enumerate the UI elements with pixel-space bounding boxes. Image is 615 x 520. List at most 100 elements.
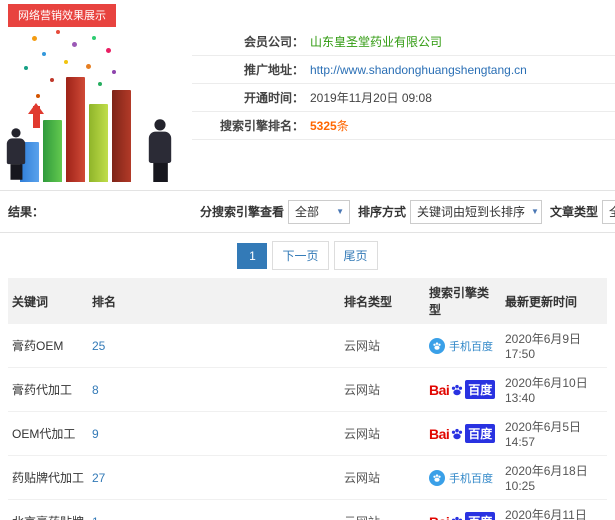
rank-type-cell: 云网站 xyxy=(340,499,425,520)
page-button-current[interactable]: 1 xyxy=(237,242,268,269)
header-engine-type: 搜索引擎类型 xyxy=(425,278,501,324)
sort-filter-select[interactable]: 关键词由短到长排序 ▼ xyxy=(410,199,543,224)
last-page-button[interactable]: 尾页 xyxy=(333,241,378,270)
baidu-paw-icon xyxy=(450,515,464,520)
paw-icon xyxy=(452,384,463,395)
table-row: 膏药OEM 25 云网站 手机百度 2020年6月9日 17:50 xyxy=(8,324,607,368)
chart-bar xyxy=(66,77,85,182)
rank-type-cell: 云网站 xyxy=(340,324,425,368)
table-row: OEM代加工 9 云网站 Bai 百度 2020年6月5日 14:57 xyxy=(8,411,607,456)
rank-cell: 27 xyxy=(88,455,340,500)
info-row-open-time: 开通时间： 2019年11月20日 09:08 xyxy=(192,84,615,112)
article-type-select[interactable]: 全部 ▼ xyxy=(602,199,615,224)
updated-cell: 2020年6月5日 14:57 xyxy=(501,411,607,456)
baidu-logo: Bai 百度 xyxy=(429,380,496,399)
baidu-paw-icon xyxy=(450,427,464,441)
confetti-dot xyxy=(72,42,77,47)
confetti-dot xyxy=(32,36,37,41)
info-row-company: 会员公司： 山东皇圣堂药业有限公司 xyxy=(192,28,615,56)
open-time-value: 2019年11月20日 09:08 xyxy=(310,91,432,105)
updated-cell: 2020年6月9日 17:50 xyxy=(501,324,607,368)
promo-url-label: 推广地址： xyxy=(243,63,304,77)
mobile-baidu-logo: 手机百度 xyxy=(429,469,493,486)
paw-icon xyxy=(452,428,463,439)
promo-url-link[interactable]: http://www.shandonghuangshengtang.cn xyxy=(310,63,527,77)
growth-arrow-icon xyxy=(28,103,44,128)
next-page-button[interactable]: 下一页 xyxy=(272,241,329,270)
bar-group xyxy=(20,77,131,182)
marketing-report-page: 网络营销效果展示 会员公司： 山东皇圣堂药业有限公司 推广地址： http://… xyxy=(0,0,615,520)
company-label: 会员公司： xyxy=(243,35,304,49)
confetti-dot xyxy=(106,48,111,53)
bar-chart-illustration xyxy=(0,24,190,190)
baidu-logo: Bai 百度 xyxy=(429,512,496,520)
rank-count-unit: 条 xyxy=(336,119,349,133)
mobile-baidu-icon xyxy=(429,337,445,354)
baidu-paw-icon xyxy=(450,383,464,397)
updated-cell: 2020年6月18日 10:25 xyxy=(501,455,607,500)
account-info: 会员公司： 山东皇圣堂药业有限公司 推广地址： http://www.shand… xyxy=(192,24,615,140)
company-name-link[interactable]: 山东皇圣堂药业有限公司 xyxy=(310,33,442,50)
sort-filter-label: 排序方式 xyxy=(358,205,407,219)
baidu-logo: Bai 百度 xyxy=(429,424,496,443)
results-table-body: 膏药OEM 25 云网站 手机百度 2020年6月9日 17:50 膏药代加工 8 云网站 Ba… xyxy=(8,324,607,520)
engine-label: 手机百度 xyxy=(449,472,493,485)
engine-type-cell: Bai 百度 xyxy=(425,499,501,520)
table-header-row: 关键词 排名 排名类型 搜索引擎类型 最新更新时间 xyxy=(8,278,607,324)
header-rank: 排名 xyxy=(88,278,340,324)
chart-bar xyxy=(43,120,62,182)
keyword-cell: 药贴牌代加工 xyxy=(8,455,88,500)
keyword-cell: 膏药OEM xyxy=(8,324,88,368)
open-time-label: 开通时间： xyxy=(243,91,304,105)
engine-type-cell: 手机百度 xyxy=(425,455,501,500)
rank-type-cell: 云网站 xyxy=(340,455,425,500)
baidu-prefix: Bai xyxy=(429,425,450,442)
confetti-dot xyxy=(86,64,91,69)
chart-bar xyxy=(112,90,131,182)
businessman-figure xyxy=(6,128,26,180)
filter-bar: 结果： 分搜索引擎查看 全部 ▼ 排序方式 关键词由短到长排序 ▼ 文章类型 全… xyxy=(0,190,615,233)
rank-cell: 9 xyxy=(88,411,340,456)
rank-link[interactable]: 9 xyxy=(92,427,99,441)
engine-filter-label: 分搜索引擎查看 xyxy=(200,205,285,219)
header-rank-type: 排名类型 xyxy=(340,278,425,324)
rank-link[interactable]: 8 xyxy=(92,383,99,397)
article-type-value: 全部 xyxy=(609,203,615,220)
engine-filter-value: 全部 xyxy=(295,205,320,219)
engine-type-cell: Bai 百度 xyxy=(425,411,501,456)
rank-cell: 25 xyxy=(88,324,340,368)
table-row: 膏药代加工 8 云网站 Bai 百度 2020年6月10日 13:40 xyxy=(8,367,607,412)
engine-type-cell: Bai 百度 xyxy=(425,367,501,412)
updated-cell: 2020年6月10日 13:40 xyxy=(501,367,607,412)
rank-link[interactable]: 25 xyxy=(92,339,105,353)
confetti-dot xyxy=(56,30,60,34)
keyword-cell: OEM代加工 xyxy=(8,411,88,456)
rank-type-cell: 云网站 xyxy=(340,367,425,412)
paw-icon xyxy=(452,516,463,520)
rank-type-cell: 云网站 xyxy=(340,411,425,456)
rank-link[interactable]: 1 xyxy=(92,515,99,520)
engine-label: 百度 xyxy=(465,380,496,399)
confetti-dot xyxy=(24,66,28,70)
hero-section: 会员公司： 山东皇圣堂药业有限公司 推广地址： http://www.shand… xyxy=(0,24,615,190)
engine-label: 百度 xyxy=(465,424,496,443)
baidu-prefix: Bai xyxy=(429,514,450,520)
pagination: 1 下一页 尾页 xyxy=(0,233,615,278)
chevron-down-icon: ▼ xyxy=(531,207,539,216)
paw-icon xyxy=(433,341,441,350)
confetti-dot xyxy=(92,36,96,40)
topbar: 网络营销效果展示 xyxy=(0,0,615,27)
businessman-figure xyxy=(148,119,172,182)
header-updated: 最新更新时间 xyxy=(501,278,607,324)
table-row: 北京膏药贴牌 1 云网站 Bai 百度 2020年6月11日 11:18 xyxy=(8,499,607,520)
updated-cell: 2020年6月11日 11:18 xyxy=(501,499,607,520)
rank-cell: 8 xyxy=(88,367,340,412)
keyword-cell: 膏药代加工 xyxy=(8,367,88,412)
results-table: 关键词 排名 排名类型 搜索引擎类型 最新更新时间 膏药OEM 25 云网站 手机百度… xyxy=(8,278,607,520)
engine-type-cell: 手机百度 xyxy=(425,324,501,368)
paw-icon xyxy=(433,473,441,482)
engine-filter-select[interactable]: 全部 ▼ xyxy=(288,199,351,224)
mobile-baidu-icon xyxy=(429,469,445,486)
header-keyword: 关键词 xyxy=(8,278,88,324)
rank-link[interactable]: 27 xyxy=(92,471,105,485)
